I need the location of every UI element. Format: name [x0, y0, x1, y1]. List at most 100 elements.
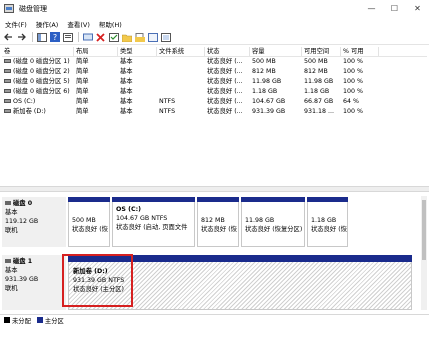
volume-percent-free: 100 %	[343, 58, 364, 65]
volume-free-space: 500 MB	[304, 58, 328, 65]
volume-type: 基本	[120, 108, 133, 115]
partition-recovery-1[interactable]: 500 MB 状态良好 (恢	[68, 197, 110, 247]
volume-type: 基本	[120, 98, 133, 105]
volume-icon	[4, 99, 11, 103]
back-arrow-icon[interactable]	[3, 32, 14, 43]
disk-graphical-view: 磁盘 0 基本 119.12 GB 联机 500 MB 状态良好 (恢 OS (…	[0, 192, 429, 313]
disk-icon	[5, 201, 11, 205]
partition-status: 状态良好 (恢复分区)	[245, 226, 303, 233]
connect-icon[interactable]	[82, 32, 93, 43]
disk-0-label[interactable]: 磁盘 0 基本 119.12 GB 联机	[2, 197, 66, 247]
partition-size: 11.98 GB	[245, 217, 275, 224]
table-row[interactable]: (磁盘 0 磁盘分区 1) 简单 基本 状态良好 (... 500 MB 500…	[2, 57, 427, 67]
legend-label: 未分配	[12, 317, 31, 325]
volume-free-space: 931.18 ...	[304, 108, 335, 115]
disk-management-icon	[4, 4, 14, 13]
maximize-button[interactable]: ☐	[383, 0, 406, 17]
properties-icon[interactable]	[62, 32, 73, 43]
delete-icon[interactable]	[95, 32, 106, 43]
toolbar-separator	[32, 32, 33, 42]
volume-name: 新加卷 (D:)	[13, 108, 46, 115]
column-file-system[interactable]: 文件系统	[157, 47, 205, 56]
partition-recovery-4[interactable]: 1.18 GB 状态良好 (恢	[307, 197, 348, 247]
disk-size: 931.39 GB	[5, 276, 39, 283]
table-row[interactable]: (磁盘 0 磁盘分区 5) 简单 基本 状态良好 (... 11.98 GB 1…	[2, 77, 427, 87]
menu-view[interactable]: 查看(V)	[67, 19, 90, 29]
check-icon[interactable]	[108, 32, 119, 43]
partition-recovery-2[interactable]: 812 MB 状态良好 (恢	[197, 197, 239, 247]
disk-0-row: 磁盘 0 基本 119.12 GB 联机 500 MB 状态良好 (恢 OS (…	[2, 197, 412, 247]
partition-size: 500 MB	[72, 217, 96, 224]
disk-type: 基本	[5, 209, 18, 216]
volume-percent-free: 100 %	[343, 78, 364, 85]
column-capacity[interactable]: 容量	[250, 47, 302, 56]
volume-layout: 简单	[76, 98, 89, 105]
volume-free-space: 1.18 GB	[304, 88, 330, 95]
partition-size: 812 MB	[201, 217, 225, 224]
window-controls: — ☐ ✕	[360, 0, 429, 17]
close-button[interactable]: ✕	[406, 0, 429, 17]
volume-icon	[4, 79, 11, 83]
volume-name: (磁盘 0 磁盘分区 6)	[13, 88, 70, 95]
legend-item-primary: 主分区	[36, 316, 64, 325]
volume-type: 基本	[120, 88, 133, 95]
legend-swatch-blue	[36, 317, 43, 323]
column-type[interactable]: 类型	[118, 47, 157, 56]
disk-icon	[5, 259, 11, 263]
disk-0-partitions: 500 MB 状态良好 (恢 OS (C:) 104.67 GB NTFS 状态…	[68, 197, 412, 247]
volume-file-system	[157, 87, 205, 97]
partition-status: 状态良好 (恢	[201, 226, 237, 233]
menu-action[interactable]: 操作(A)	[36, 19, 59, 29]
partition-recovery-3[interactable]: 11.98 GB 状态良好 (恢复分区)	[241, 197, 305, 247]
table-row[interactable]: 新加卷 (D:) 简单 基本 NTFS 状态良好 (... 931.39 GB …	[2, 107, 427, 117]
forward-arrow-icon[interactable]	[16, 32, 27, 43]
volume-icon	[4, 59, 11, 63]
partition-os-c[interactable]: OS (C:) 104.67 GB NTFS 状态良好 (启动, 页面文件	[112, 197, 195, 247]
partition-status: 状态良好 (恢	[311, 226, 347, 233]
menu-help[interactable]: 帮助(H)	[99, 19, 122, 29]
volume-name: OS (C:)	[13, 98, 36, 105]
column-percent-free[interactable]: % 可用	[341, 47, 379, 56]
volume-status: 状态良好 (...	[207, 58, 243, 65]
column-volume[interactable]: 卷	[2, 47, 74, 56]
volume-file-system: NTFS	[159, 98, 176, 105]
volume-percent-free: 64 %	[343, 98, 359, 105]
scrollbar-thumb[interactable]	[422, 200, 426, 260]
legend-item-unallocated: 未分配	[4, 316, 31, 325]
table-row[interactable]: OS (C:) 简单 基本 NTFS 状态良好 (... 104.67 GB 6…	[2, 97, 427, 107]
volume-icon	[4, 89, 11, 93]
menu-file[interactable]: 文件(F)	[5, 19, 27, 29]
column-status[interactable]: 状态	[205, 47, 250, 56]
minimize-button[interactable]: —	[360, 0, 383, 17]
partition-size: 1.18 GB	[311, 217, 337, 224]
open-folder-icon[interactable]	[134, 32, 145, 43]
partition-size: 104.67 GB NTFS	[116, 215, 168, 222]
volume-name: (磁盘 0 磁盘分区 1)	[13, 58, 70, 65]
disk-1-label[interactable]: 磁盘 1 基本 931.39 GB 联机	[2, 255, 66, 310]
vertical-scrollbar[interactable]	[421, 196, 427, 310]
volume-percent-free: 100 %	[343, 88, 364, 95]
column-layout[interactable]: 布局	[74, 47, 118, 56]
title-bar: 磁盘管理 — ☐ ✕	[0, 0, 429, 17]
partition-name: OS (C:)	[116, 206, 141, 213]
extend-icon[interactable]	[147, 32, 158, 43]
console-tree-icon[interactable]	[36, 32, 47, 43]
volume-capacity: 11.98 GB	[252, 78, 282, 85]
disk-name: 磁盘 0	[5, 199, 63, 208]
view-icon[interactable]	[160, 32, 171, 43]
table-row[interactable]: (磁盘 0 磁盘分区 6) 简单 基本 状态良好 (... 1.18 GB 1.…	[2, 87, 427, 97]
volume-free-space: 66.87 GB	[304, 98, 334, 105]
volume-icon	[4, 69, 11, 73]
toolbar-separator	[78, 32, 79, 42]
table-row[interactable]: (磁盘 0 磁盘分区 2) 简单 基本 状态良好 (... 812 MB 812…	[2, 67, 427, 77]
help-icon[interactable]: ?	[49, 32, 60, 43]
legend-swatch-black	[4, 317, 10, 323]
volume-layout: 简单	[76, 58, 89, 65]
window-title: 磁盘管理	[19, 4, 47, 13]
legend-label: 主分区	[44, 317, 64, 325]
column-filler	[379, 47, 427, 56]
svg-text:?: ?	[52, 33, 56, 42]
new-folder-icon[interactable]	[121, 32, 132, 43]
column-free-space[interactable]: 可用空间	[302, 47, 341, 56]
volume-layout: 简单	[76, 78, 89, 85]
